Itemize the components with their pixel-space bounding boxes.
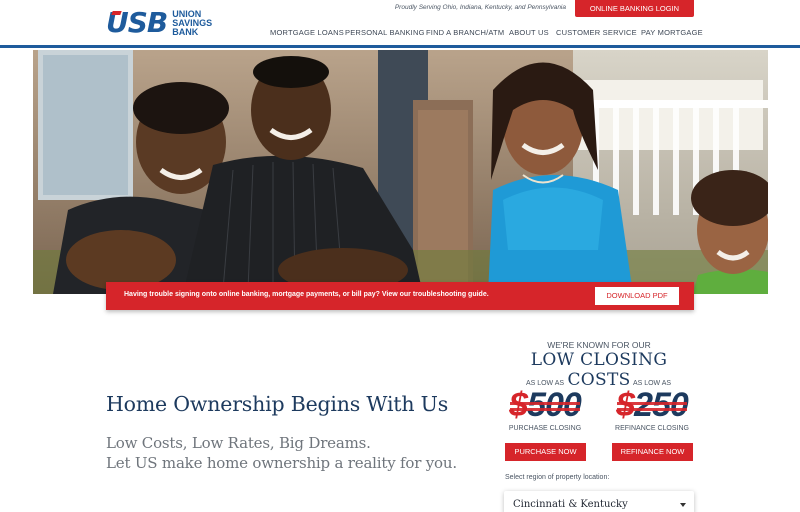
family-photo: [33, 50, 768, 294]
alert-banner: Having trouble signing onto online banki…: [106, 282, 694, 310]
nav-item-customer-service[interactable]: CUSTOMER SERVICE: [556, 28, 637, 37]
nav-item-pay-mortgage[interactable]: PAY MORTGAGE: [641, 28, 703, 37]
online-banking-login-button[interactable]: ONLINE BANKING LOGIN: [575, 0, 694, 17]
refinance-price: $250: [611, 387, 693, 423]
currency-symbol: $: [616, 386, 635, 424]
tagline: Proudly Serving Ohio, Indiana, Kentucky,…: [394, 4, 566, 11]
page-headline: Home Ownership Begins With Us: [106, 392, 449, 416]
currency-symbol: $: [509, 386, 528, 424]
region-select[interactable]: Cincinnati & Kentucky: [504, 491, 694, 512]
alert-message[interactable]: Having trouble signing onto online banki…: [124, 291, 489, 298]
region-selected-value: Cincinnati & Kentucky: [513, 499, 628, 510]
subheadline-line-2: Let US make home ownership a reality for…: [106, 454, 457, 472]
closing-costs-kicker: WE'RE KNOWN FOR OUR: [547, 340, 651, 350]
hero-image: [33, 50, 768, 294]
logo-slash: [111, 11, 122, 15]
download-pdf-button[interactable]: DOWNLOAD PDF: [595, 287, 679, 305]
price-stripe: [510, 402, 580, 405]
nav-item-mortgage-loans[interactable]: MORTGAGE LOANS: [270, 28, 344, 37]
purchase-now-button[interactable]: PURCHASE NOW: [505, 443, 586, 461]
subheadline-line-1: Low Costs, Low Rates, Big Dreams.: [106, 434, 371, 452]
refinance-amount: 250: [634, 386, 689, 424]
price-stripe: [510, 408, 580, 411]
purchase-closing-label: PURCHASE CLOSING: [508, 425, 582, 432]
price-stripe: [617, 402, 687, 405]
purchase-amount: 500: [527, 386, 582, 424]
site-header: USB UNION SAVINGS BANK Proudly Serving O…: [0, 0, 800, 48]
nav-item-personal-banking[interactable]: PERSONAL BANKING: [345, 28, 425, 37]
chevron-down-icon: [680, 503, 686, 507]
region-select-label: Select region of property location:: [505, 474, 610, 481]
refinance-offer: AS LOW AS $250 REFINANCE CLOSING: [611, 380, 693, 432]
price-stripe: [617, 408, 687, 411]
main-nav: MORTGAGE LOANS PERSONAL BANKING FIND A B…: [0, 28, 800, 40]
nav-item-find-branch-atm[interactable]: FIND A BRANCH/ATM: [426, 28, 504, 37]
refinance-closing-label: REFINANCE CLOSING: [615, 425, 689, 432]
purchase-price: $500: [504, 387, 586, 423]
refinance-now-button[interactable]: REFINANCE NOW: [612, 443, 693, 461]
purchase-offer: AS LOW AS $500 PURCHASE CLOSING: [504, 380, 586, 432]
nav-item-about-us[interactable]: ABOUT US: [509, 28, 549, 37]
